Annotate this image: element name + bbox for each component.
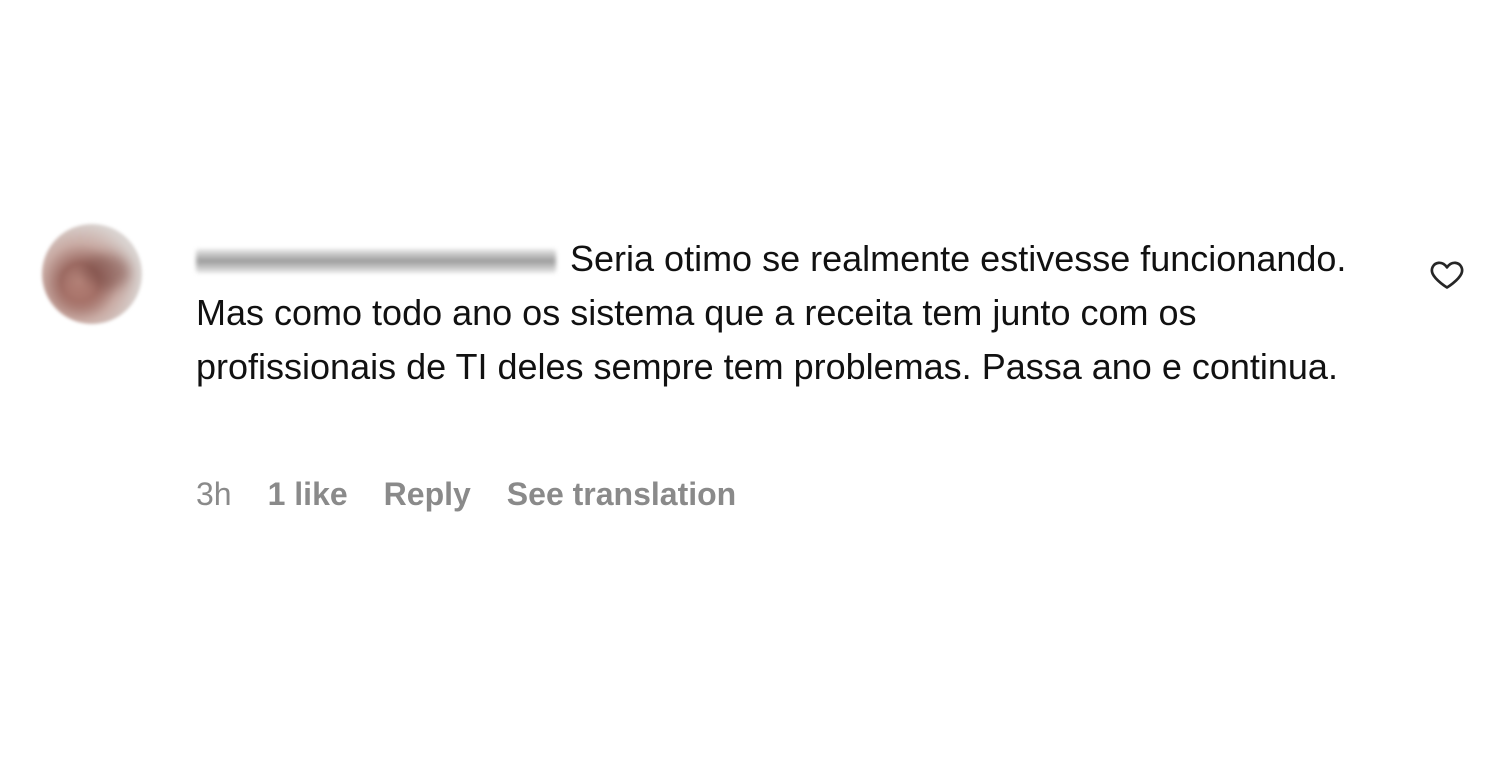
reply-button[interactable]: Reply <box>384 474 471 514</box>
comment-body: Seria otimo se realmente estivesse funci… <box>196 232 1396 394</box>
username-redacted[interactable] <box>196 249 556 273</box>
comment: Seria otimo se realmente estivesse funci… <box>0 0 1500 775</box>
timestamp: 3h <box>196 476 232 512</box>
heart-outline-icon[interactable] <box>1428 256 1466 292</box>
comment-meta: 3h 1 like Reply See translation <box>196 474 736 514</box>
see-translation-button[interactable]: See translation <box>507 474 736 514</box>
avatar-blur-part <box>60 279 100 309</box>
avatar[interactable] <box>42 224 142 324</box>
likes-count[interactable]: 1 like <box>268 474 348 514</box>
